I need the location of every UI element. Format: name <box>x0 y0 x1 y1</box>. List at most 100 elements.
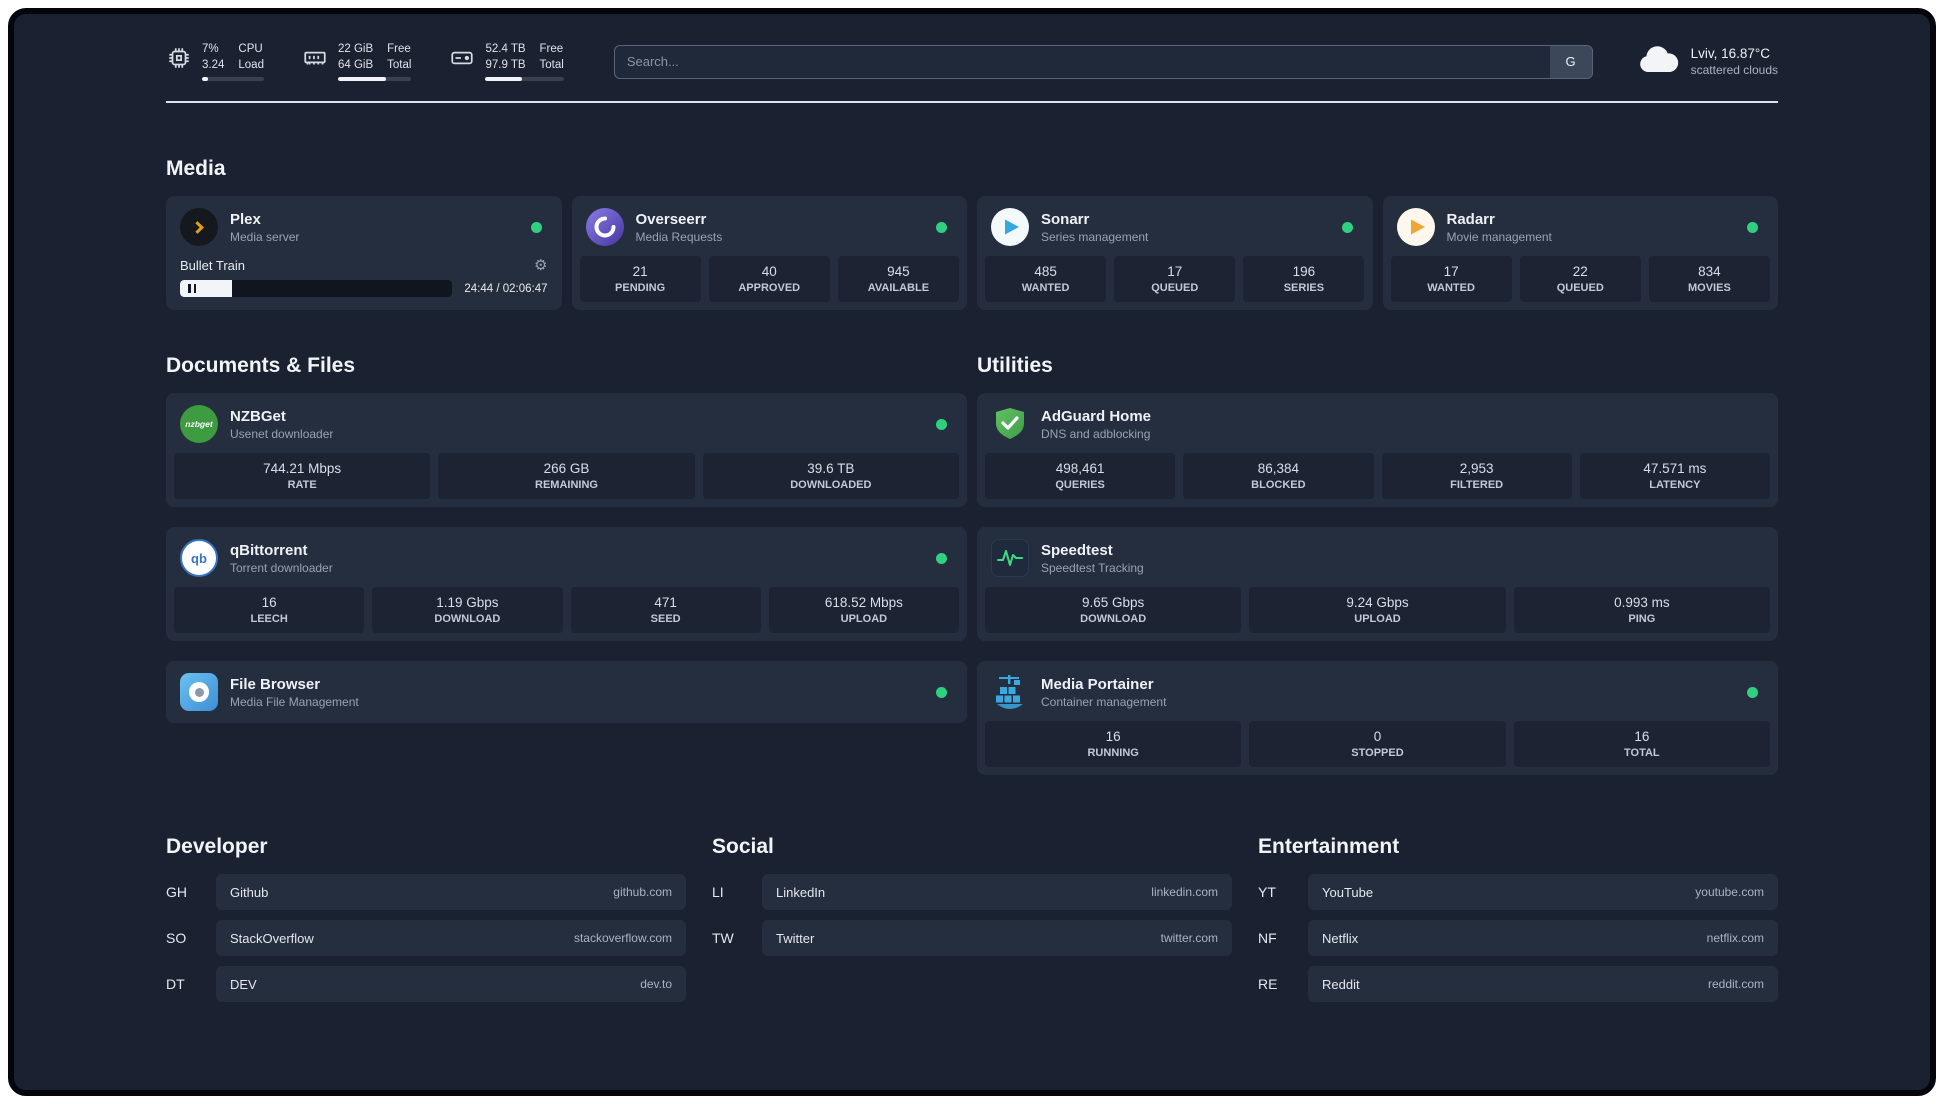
stat-tile-upload: 618.52 Mbps UPLOAD <box>768 587 959 633</box>
stat-tile-running: 16 RUNNING <box>985 721 1242 767</box>
bookmark-domain: linkedin.com <box>1151 885 1218 899</box>
stat-tile-ping: 0.993 ms PING <box>1513 587 1770 633</box>
cpu-load-label: Load <box>238 59 264 71</box>
bookmark-domain: reddit.com <box>1707 977 1764 991</box>
bookmark-link-reddit[interactable]: Reddit reddit.com <box>1308 966 1778 1002</box>
stat-tile-downloaded: 39.6 TB DOWNLOADED <box>702 453 959 499</box>
ram-progress-bar <box>337 77 412 81</box>
service-name: File Browser <box>230 675 321 693</box>
playback-progress-bar[interactable] <box>180 280 453 297</box>
status-dot <box>1747 686 1758 698</box>
bookmark-abbr: YT <box>1258 884 1276 900</box>
disk-icon <box>449 45 475 76</box>
service-card-radarr[interactable]: Radarr Movie management 17 WANTED 22 QUEUE… <box>1382 196 1778 310</box>
bookmark-domain: twitter.com <box>1160 931 1218 945</box>
bookmark-link-linkedin[interactable]: LinkedIn linkedin.com <box>762 874 1232 910</box>
bookmark-abbr: GH <box>166 884 187 900</box>
weather-widget[interactable]: Lviv, 16.87°C scattered clouds <box>1637 44 1778 79</box>
disk-progress-bar <box>485 77 564 81</box>
service-subtitle: Usenet downloader <box>230 426 334 441</box>
developer-section-title: Developer <box>166 835 268 858</box>
service-name: Overseerr <box>635 210 707 228</box>
playback-time: 24:44 / 02:06:47 <box>464 282 548 295</box>
gear-icon[interactable]: ⚙ <box>534 258 547 273</box>
stat-tile-wanted: 485 WANTED <box>985 256 1107 302</box>
service-card-overseerr[interactable]: Overseerr Media Requests 21 PENDING 40 APP… <box>571 196 967 310</box>
bookmark-link-dev[interactable]: DEV dev.to <box>216 966 686 1002</box>
playback-progress-fill <box>180 280 232 297</box>
section-media: Media Plex Media server Bullet Train ⚙ 2… <box>166 157 1778 310</box>
cpu-icon <box>166 45 192 76</box>
disk-metric: 52.4 TB 97.9 TB Free Total <box>449 42 564 81</box>
ram-free-label: Free <box>387 43 411 55</box>
bookmark-link-stackoverflow[interactable]: StackOverflow stackoverflow.com <box>216 920 686 956</box>
status-dot <box>530 221 542 233</box>
status-dot <box>1747 221 1758 233</box>
bookmark-twitter: TW Twitter twitter.com <box>712 920 1232 956</box>
ram-total-label: Total <box>387 59 412 71</box>
section-developer: Developer GH Github github.com SO StackO… <box>166 835 686 1002</box>
bookmark-domain: stackoverflow.com <box>573 931 672 945</box>
media-section-title: Media <box>166 157 226 180</box>
bookmark-abbr: LI <box>712 884 724 900</box>
bookmark-name: DEV <box>230 976 257 992</box>
stat-tile-filtered: 2,953 FILTERED <box>1381 453 1572 499</box>
bookmark-github: GH Github github.com <box>166 874 686 910</box>
bookmark-link-twitter[interactable]: Twitter twitter.com <box>762 920 1232 956</box>
section-entertainment: Entertainment YT YouTube youtube.com NF … <box>1258 835 1778 1002</box>
bookmark-name: Netflix <box>1322 930 1359 946</box>
ram-values: 22 GiB 64 GiB Free Total <box>337 42 412 81</box>
service-card-adguard[interactable]: AdGuard Home DNS and adblocking 498,461 Q… <box>977 393 1778 507</box>
service-name: NZBGet <box>230 407 286 425</box>
utilities-section-title: Utilities <box>977 354 1053 377</box>
stat-tile-stopped: 0 STOPPED <box>1249 721 1506 767</box>
disk-progress-fill <box>485 77 523 81</box>
bookmark-abbr: RE <box>1258 976 1278 992</box>
ram-total-value: 64 GiB <box>337 59 374 71</box>
service-card-plex[interactable]: Plex Media server Bullet Train ⚙ 24:44 /… <box>166 196 562 310</box>
stat-tile-approved: 40 APPROVED <box>708 256 830 302</box>
service-card-speedtest[interactable]: Speedtest Speedtest Tracking 9.65 Gbps DO… <box>977 527 1778 641</box>
stat-tile-seed: 471 SEED <box>570 587 761 633</box>
bookmark-abbr: NF <box>1258 930 1277 946</box>
bookmark-link-github[interactable]: Github github.com <box>216 874 686 910</box>
service-name: Sonarr <box>1041 210 1090 228</box>
service-name: Radarr <box>1446 210 1495 228</box>
stat-tile-rate: 744.21 Mbps RATE <box>174 453 431 499</box>
stat-tile-upload: 9.24 Gbps UPLOAD <box>1249 587 1506 633</box>
status-dot <box>936 221 947 233</box>
service-card-portainer[interactable]: Media Portainer Container management 16 R… <box>977 661 1778 775</box>
search-provider-button[interactable]: G <box>1549 45 1592 78</box>
service-card-qbittorrent[interactable]: qb qBittorrent Torrent downloader 16 LEEC… <box>166 527 967 641</box>
bookmark-link-netflix[interactable]: Netflix netflix.com <box>1308 920 1778 956</box>
ram-metric: 22 GiB 64 GiB Free Total <box>302 42 412 81</box>
qbittorrent-icon: qb <box>180 539 218 577</box>
stat-tile-movies: 834 MOVIES <box>1648 256 1770 302</box>
bookmark-link-youtube[interactable]: YouTube youtube.com <box>1308 874 1778 910</box>
cpu-label: CPU <box>238 43 263 55</box>
cpu-values: 7% 3.24 CPU Load <box>202 42 264 81</box>
section-documents: Documents & Files nzbget NZBGet Usenet d… <box>166 354 967 775</box>
bookmark-abbr: SO <box>166 930 187 946</box>
stat-tile-leech: 16 LEECH <box>174 587 365 633</box>
bookmark-name: StackOverflow <box>230 930 314 946</box>
service-name: qBittorrent <box>230 541 308 559</box>
cloud-icon <box>1637 44 1679 79</box>
bookmark-domain: dev.to <box>640 977 672 991</box>
service-card-sonarr[interactable]: Sonarr Series management 485 WANTED 17 QUE… <box>977 196 1373 310</box>
service-card-nzbget[interactable]: nzbget NZBGet Usenet downloader 744.21 M… <box>166 393 967 507</box>
pause-icon[interactable] <box>188 284 196 293</box>
stat-tile-queries: 498,461 QUERIES <box>985 453 1176 499</box>
search-input[interactable] <box>614 45 1550 78</box>
service-subtitle: DNS and adblocking <box>1041 426 1151 441</box>
bookmark-stackoverflow: SO StackOverflow stackoverflow.com <box>166 920 686 956</box>
stat-tile-pending: 21 PENDING <box>579 256 701 302</box>
stat-tile-queued: 17 QUEUED <box>1114 256 1236 302</box>
service-name: Plex <box>230 210 261 228</box>
overseerr-icon <box>585 208 624 246</box>
media-card-grid: Plex Media server Bullet Train ⚙ 24:44 /… <box>166 196 1778 310</box>
status-dot <box>936 418 947 430</box>
filebrowser-icon <box>180 673 218 711</box>
disk-total-value: 97.9 TB <box>485 59 526 71</box>
service-card-filebrowser[interactable]: File Browser Media File Management <box>166 661 967 723</box>
